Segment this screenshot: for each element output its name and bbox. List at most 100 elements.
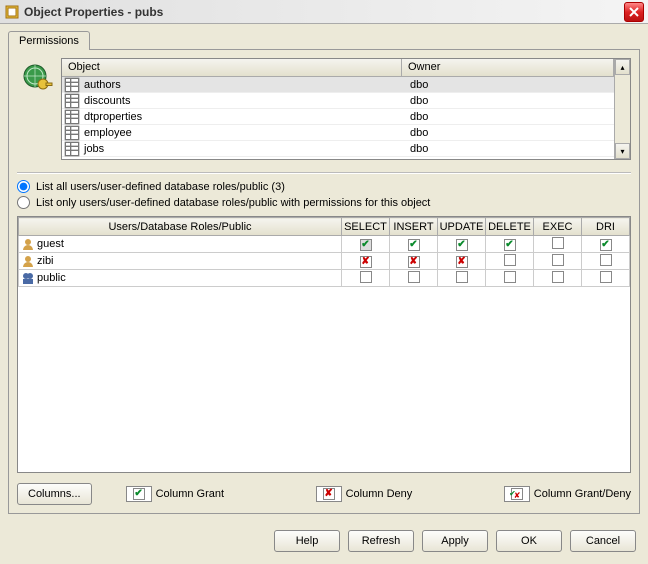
perm-cell[interactable] [534, 270, 582, 287]
titlebar: Object Properties - pubs [0, 0, 648, 24]
perm-row[interactable]: zibi ✘ ✘ ✘ [19, 253, 630, 270]
scroll-down-button[interactable]: ▾ [615, 143, 630, 159]
perm-col-select-header[interactable]: SELECT [342, 218, 390, 236]
perm-check-deny[interactable]: ✘ [360, 256, 372, 268]
perm-col-user-header[interactable]: Users/Database Roles/Public [19, 218, 342, 236]
perm-col-insert-header[interactable]: INSERT [390, 218, 438, 236]
object-row[interactable]: dtproperties dbo [62, 109, 614, 125]
legend-grantdeny-icon: ✔✘ [504, 486, 530, 502]
object-owner: dbo [404, 95, 614, 107]
perm-cell[interactable] [582, 270, 630, 287]
perm-check-deny[interactable]: ✘ [456, 256, 468, 268]
object-name: discounts [82, 95, 404, 107]
globe-key-icon [21, 62, 53, 94]
perm-user-cell: guest [19, 236, 342, 253]
legend-grant-label: Column Grant [156, 488, 224, 500]
object-row[interactable]: jobs dbo [62, 141, 614, 157]
object-name: jobs [82, 143, 404, 155]
perm-check-grant[interactable]: ✔ [600, 239, 612, 251]
perm-row[interactable]: public [19, 270, 630, 287]
object-row[interactable]: employee dbo [62, 125, 614, 141]
perm-cell[interactable]: ✔ [390, 236, 438, 253]
table-icon [64, 142, 80, 156]
cancel-button[interactable]: Cancel [570, 530, 636, 552]
perm-cell[interactable] [582, 253, 630, 270]
perm-check-deny[interactable]: ✘ [408, 256, 420, 268]
perm-header-row: Users/Database Roles/Public SELECT INSER… [19, 218, 630, 236]
perm-check-grant[interactable]: ✔ [408, 239, 420, 251]
scroll-up-button[interactable]: ▴ [615, 59, 630, 75]
perm-check-empty[interactable] [552, 271, 564, 283]
perm-check-grant[interactable]: ✔ [360, 239, 372, 251]
perm-cell[interactable]: ✘ [438, 253, 486, 270]
perm-check-empty[interactable] [552, 254, 564, 266]
perm-check-empty[interactable] [552, 237, 564, 249]
perm-check-grant[interactable]: ✔ [456, 239, 468, 251]
perm-user-cell: public [19, 270, 342, 287]
dialog-footer: Help Refresh Apply OK Cancel [0, 522, 648, 564]
perm-cell[interactable] [486, 253, 534, 270]
perm-cell[interactable]: ✘ [390, 253, 438, 270]
legend-column-grantdeny: ✔✘ Column Grant/Deny [504, 486, 631, 502]
perm-cell[interactable]: ✔ [342, 236, 390, 253]
perm-check-empty[interactable] [600, 254, 612, 266]
columns-button[interactable]: Columns... [17, 483, 92, 505]
table-icon [64, 94, 80, 108]
perm-col-delete-header[interactable]: DELETE [486, 218, 534, 236]
perm-check-grant[interactable]: ✔ [504, 239, 516, 251]
perm-check-empty[interactable] [504, 271, 516, 283]
app-icon [4, 4, 20, 20]
perm-col-dri-header[interactable]: DRI [582, 218, 630, 236]
perm-col-update-header[interactable]: UPDATE [438, 218, 486, 236]
object-owner: dbo [404, 143, 614, 155]
radio-list-only[interactable]: List only users/user-defined database ro… [17, 196, 631, 209]
legend-grant-icon: ✔ [126, 486, 152, 502]
apply-button[interactable]: Apply [422, 530, 488, 552]
tab-permissions[interactable]: Permissions [8, 31, 90, 50]
perm-check-empty[interactable] [504, 254, 516, 266]
object-col-header[interactable]: Object [62, 59, 402, 76]
perm-check-empty[interactable] [600, 271, 612, 283]
perm-cell[interactable] [342, 270, 390, 287]
object-owner: dbo [404, 79, 614, 91]
perm-cell[interactable] [534, 236, 582, 253]
perm-cell[interactable]: ✔ [438, 236, 486, 253]
object-list-header: Object Owner [62, 59, 614, 77]
object-list-scrollbar[interactable]: ▴ ▾ [614, 59, 630, 159]
close-button[interactable] [624, 2, 644, 22]
object-name: authors [82, 79, 404, 91]
perm-row[interactable]: guest ✔ ✔ ✔ ✔ ✔ [19, 236, 630, 253]
tab-strip: Permissions [0, 24, 648, 49]
perm-cell[interactable]: ✘ [342, 253, 390, 270]
ok-button[interactable]: OK [496, 530, 562, 552]
tab-panel-permissions: Object Owner authors dbo discounts dbo [8, 49, 640, 514]
legend-deny-icon: ✘ [316, 486, 342, 502]
perm-user-name: public [37, 272, 66, 284]
radio-list-only-input[interactable] [17, 196, 30, 209]
object-row[interactable]: authors dbo [62, 77, 614, 93]
perm-cell[interactable]: ✔ [582, 236, 630, 253]
radio-list-all[interactable]: List all users/user-defined database rol… [17, 180, 631, 193]
refresh-button[interactable]: Refresh [348, 530, 414, 552]
perm-cell[interactable] [438, 270, 486, 287]
perm-check-empty[interactable] [408, 271, 420, 283]
perm-cell[interactable] [486, 270, 534, 287]
separator [17, 172, 631, 174]
perm-cell[interactable] [534, 253, 582, 270]
owner-col-header[interactable]: Owner [402, 59, 614, 76]
object-list: Object Owner authors dbo discounts dbo [61, 58, 631, 160]
object-row[interactable]: discounts dbo [62, 93, 614, 109]
perm-check-empty[interactable] [456, 271, 468, 283]
perm-cell[interactable] [390, 270, 438, 287]
perm-col-exec-header[interactable]: EXEC [534, 218, 582, 236]
legend-column-grant: ✔ Column Grant [126, 486, 224, 502]
dialog-window: Object Properties - pubs Permissions [0, 0, 648, 564]
perm-cell[interactable]: ✔ [486, 236, 534, 253]
legend-column-deny: ✘ Column Deny [316, 486, 413, 502]
perm-check-empty[interactable] [360, 271, 372, 283]
help-button[interactable]: Help [274, 530, 340, 552]
table-icon [64, 110, 80, 124]
radio-list-all-input[interactable] [17, 180, 30, 193]
window-title: Object Properties - pubs [24, 5, 624, 19]
perm-user-name: zibi [37, 255, 54, 267]
